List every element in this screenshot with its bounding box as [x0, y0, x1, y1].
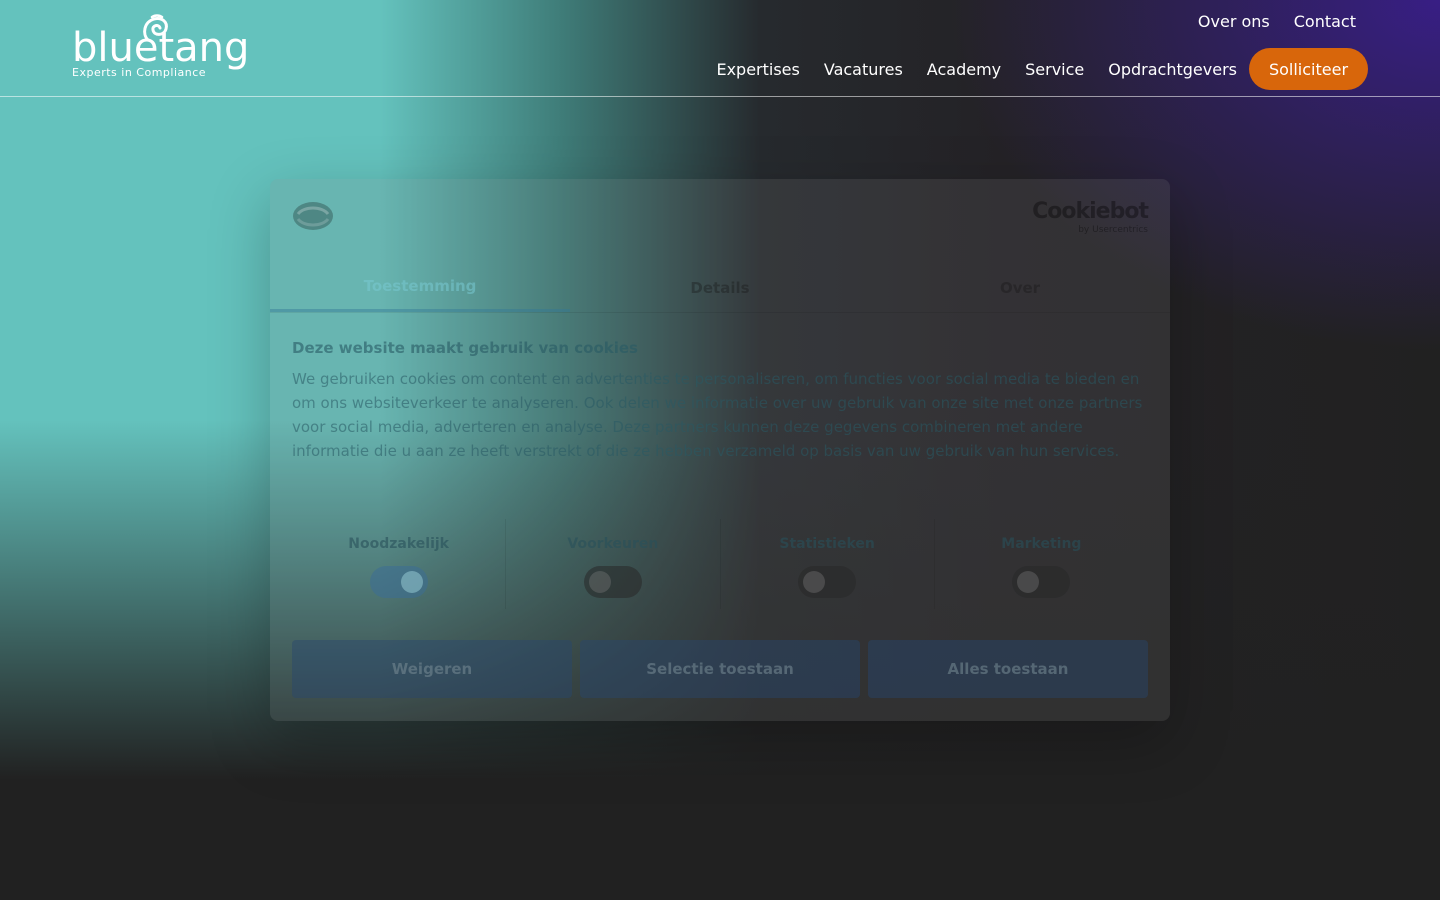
- toggle-label: Statistieken: [779, 536, 875, 552]
- main-nav: Expertises Vacatures Academy Service Opd…: [716, 60, 1237, 79]
- tab-over[interactable]: Over: [870, 263, 1170, 312]
- toggle-label: Voorkeuren: [567, 536, 659, 552]
- toggle-knob: [1017, 571, 1040, 593]
- toggle-group-voorkeuren: Voorkeuren: [506, 519, 721, 609]
- toggle-label: Marketing: [1001, 536, 1082, 552]
- toggle-voorkeuren[interactable]: [583, 566, 642, 598]
- cookiebot-wordmark: Cookiebot: [1032, 199, 1149, 224]
- toggle-knob: [588, 571, 611, 593]
- toggle-noodzakelijk[interactable]: [369, 566, 428, 598]
- tab-details[interactable]: Details: [570, 263, 870, 312]
- cookie-icon: [293, 202, 333, 230]
- dialog-title: Deze website maakt gebruik van cookies: [292, 339, 638, 357]
- top-links: Over ons Contact: [1198, 12, 1356, 31]
- toggle-group-marketing: Marketing: [935, 519, 1148, 609]
- dialog-body-text: We gebruiken cookies om content en adver…: [292, 370, 1143, 460]
- link-contact[interactable]: Contact: [1294, 12, 1356, 31]
- weigeren-button[interactable]: Weigeren: [292, 640, 572, 698]
- selectie-toestaan-button[interactable]: Selectie toestaan: [580, 640, 860, 698]
- consent-toggles: Noodzakelijk Voorkeuren Statistieken Mar…: [270, 519, 1170, 609]
- toggle-group-statistieken: Statistieken: [721, 519, 935, 609]
- cookie-consent-dialog: Cookiebot by Usercentrics Toestemming De…: [270, 179, 1170, 721]
- site-header: bluetang Experts in Compliance Over ons …: [0, 0, 1440, 97]
- alles-toestaan-button[interactable]: Alles toestaan: [868, 640, 1148, 698]
- nav-item-service[interactable]: Service: [1025, 60, 1084, 79]
- nav-item-expertises[interactable]: Expertises: [716, 60, 799, 79]
- nav-item-academy[interactable]: Academy: [927, 60, 1001, 79]
- cookiebot-logo: Cookiebot by Usercentrics: [1032, 199, 1149, 235]
- nav-item-opdrachtgevers[interactable]: Opdrachtgevers: [1108, 60, 1237, 79]
- logo-wordmark: bluetang: [72, 25, 250, 71]
- toggle-knob: [803, 571, 826, 593]
- toggle-group-noodzakelijk: Noodzakelijk: [292, 519, 507, 609]
- dialog-buttons: Weigeren Selectie toestaan Alles toestaa…: [292, 640, 1148, 698]
- dialog-tabs: Toestemming Details Over: [270, 263, 1170, 313]
- cookiebot-subtext: by Usercentrics: [1078, 225, 1148, 235]
- toggle-label: Noodzakelijk: [348, 536, 449, 552]
- toggle-knob: [400, 571, 423, 593]
- nav-item-vacatures[interactable]: Vacatures: [824, 60, 903, 79]
- toggle-statistieken[interactable]: [798, 566, 857, 598]
- tab-toestemming[interactable]: Toestemming: [270, 263, 570, 312]
- bluetang-logo[interactable]: bluetang Experts in Compliance: [72, 14, 249, 84]
- toggle-marketing[interactable]: [1012, 566, 1071, 598]
- link-over-ons[interactable]: Over ons: [1198, 12, 1270, 31]
- solliciteer-button[interactable]: Solliciteer: [1249, 48, 1368, 90]
- logo-tagline: Experts in Compliance: [72, 66, 207, 79]
